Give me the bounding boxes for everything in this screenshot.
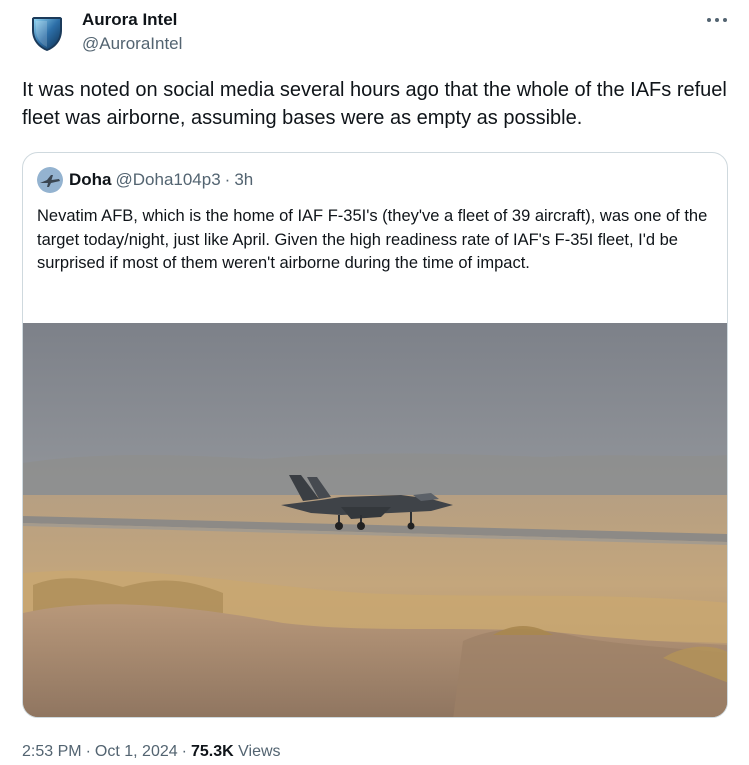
quoted-author-name[interactable]: Doha (69, 169, 112, 191)
quoted-tweet-header: Doha @Doha104p3 · 3h (37, 167, 253, 193)
quoted-tweet-image[interactable] (23, 323, 727, 717)
jet-avatar-icon (37, 167, 63, 193)
photo-f35-on-runway (23, 323, 727, 717)
more-options-button[interactable] (705, 8, 729, 32)
tweet-time[interactable]: 2:53 PM (22, 743, 82, 760)
tweet-text: It was noted on social media several hou… (22, 79, 727, 129)
author-info: Aurora Intel @AuroraIntel (82, 9, 182, 55)
quoted-author-handle[interactable]: @Doha104p3 (116, 169, 221, 191)
tweet-meta: 2:53 PM · Oct 1, 2024 · 75.3K Views (22, 741, 281, 763)
quoted-time-ago[interactable]: 3h (234, 169, 253, 191)
meta-separator: · (85, 743, 91, 760)
author-handle[interactable]: @AuroraIntel (82, 33, 182, 55)
views-count[interactable]: 75.3K (191, 743, 234, 760)
tweet-date[interactable]: Oct 1, 2024 (95, 743, 178, 760)
quoted-tweet[interactable]: Doha @Doha104p3 · 3h Nevatim AFB, which … (22, 152, 728, 718)
tweet[interactable]: Aurora Intel @AuroraIntel It was noted o… (0, 0, 749, 765)
quoted-author-avatar[interactable] (37, 167, 63, 193)
quoted-separator: · (224, 170, 231, 189)
views-label: Views (238, 743, 281, 760)
author-display-name[interactable]: Aurora Intel (82, 9, 182, 31)
shield-logo-icon (32, 17, 62, 51)
meta-separator: · (181, 743, 187, 760)
quoted-tweet-text: Nevatim AFB, which is the home of IAF F-… (37, 207, 708, 272)
more-horizontal-icon (707, 18, 727, 22)
author-avatar[interactable] (26, 12, 68, 54)
